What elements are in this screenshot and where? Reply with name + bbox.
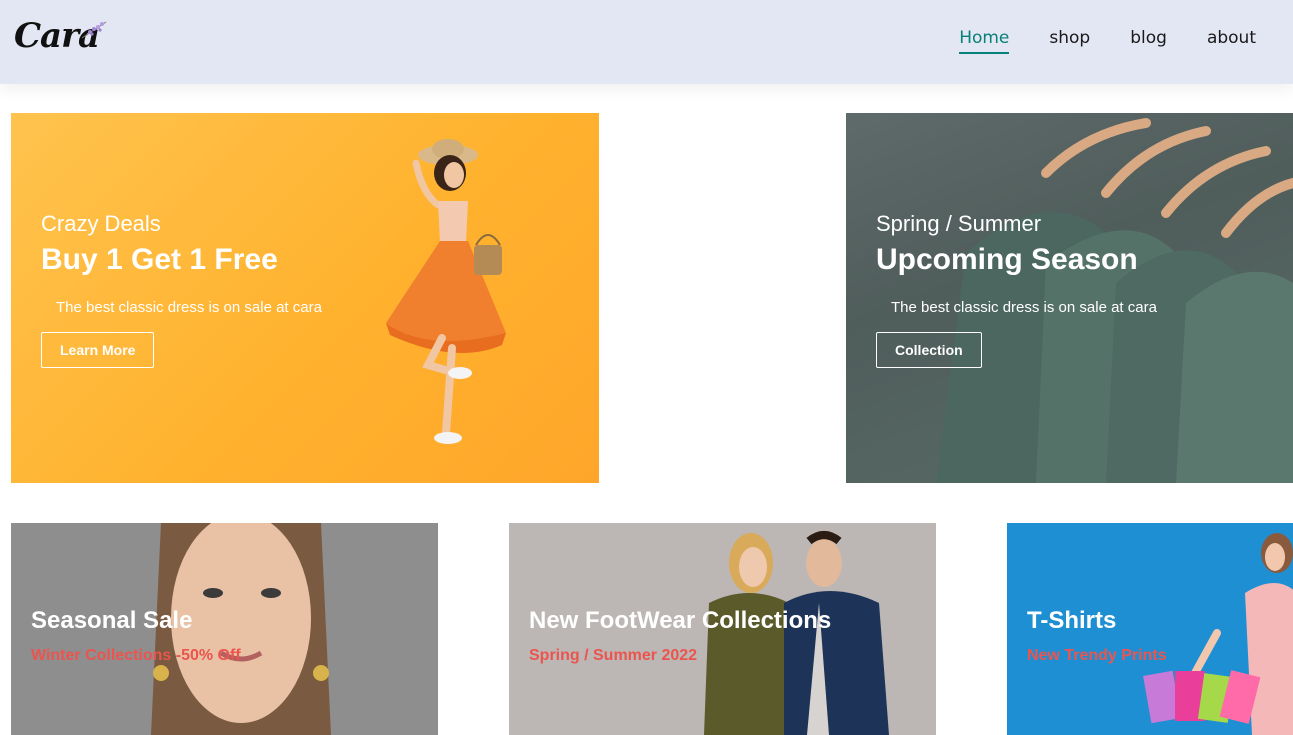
banner-subtitle: Crazy Deals bbox=[41, 211, 161, 236]
sbanner-title: New FootWear Collections bbox=[529, 607, 832, 634]
banner-seasonal-sale[interactable]: Seasonal Sale Winter Collections -50% Of… bbox=[11, 523, 438, 735]
sbanner-content: New FootWear Collections Spring / Summer… bbox=[529, 607, 831, 665]
banner-title: Upcoming Season bbox=[876, 243, 1138, 276]
nav-blog[interactable]: blog bbox=[1130, 28, 1167, 52]
site-header: Cara Home shop blog about bbox=[0, 0, 1293, 84]
nav-shop[interactable]: shop bbox=[1049, 28, 1090, 52]
banner-description: The best classic dress is on sale at car… bbox=[891, 299, 1157, 316]
banner-content: Spring / Summer Upcoming Season The best… bbox=[876, 211, 1157, 368]
banner-title: Buy 1 Get 1 Free bbox=[41, 243, 278, 276]
banner-crazy-deals: Crazy Deals Buy 1 Get 1 Free The best cl… bbox=[11, 113, 599, 483]
main-nav: Home shop blog about bbox=[959, 28, 1256, 54]
banner-content: Crazy Deals Buy 1 Get 1 Free The best cl… bbox=[41, 211, 322, 368]
woman-orange-dress-image bbox=[386, 139, 506, 444]
logo[interactable]: Cara bbox=[12, 14, 112, 62]
collection-button[interactable]: Collection bbox=[876, 332, 982, 368]
sbanner-title: Seasonal Sale bbox=[31, 607, 193, 634]
sbanner-subtitle: Winter Collections -50% Off bbox=[31, 647, 241, 664]
nav-home[interactable]: Home bbox=[959, 28, 1010, 54]
banner-subtitle: Spring / Summer bbox=[876, 211, 1042, 236]
sbanner-content: T-Shirts New Trendy Prints bbox=[1027, 607, 1167, 665]
banner-upcoming-season: Spring / Summer Upcoming Season The best… bbox=[846, 113, 1293, 483]
banner-description: The best classic dress is on sale at car… bbox=[56, 299, 322, 316]
sbanner-subtitle: New Trendy Prints bbox=[1027, 647, 1167, 664]
sbanner-subtitle: Spring / Summer 2022 bbox=[529, 647, 698, 664]
learn-more-button[interactable]: Learn More bbox=[41, 332, 155, 368]
nav-about[interactable]: about bbox=[1207, 28, 1256, 52]
sbanner-content: Seasonal Sale Winter Collections -50% Of… bbox=[31, 607, 241, 665]
sbanner-title: T-Shirts bbox=[1027, 607, 1117, 634]
banner-footwear[interactable]: New FootWear Collections Spring / Summer… bbox=[509, 523, 936, 735]
banner-tshirts[interactable]: T-Shirts New Trendy Prints bbox=[1007, 523, 1293, 735]
lavender-sprig-icon bbox=[81, 21, 107, 39]
